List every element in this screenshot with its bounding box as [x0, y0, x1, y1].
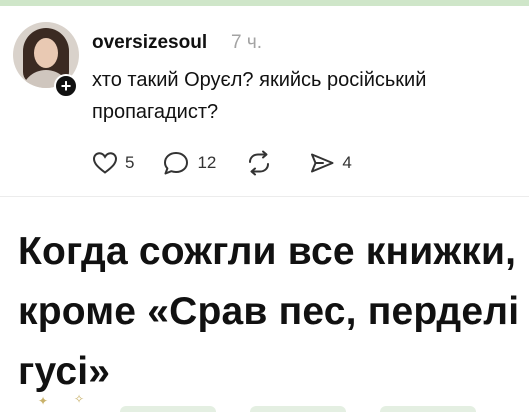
meme-caption: Когда сожгли все книжки, кроме «Срав пес…: [18, 230, 520, 393]
repost-button[interactable]: [244, 150, 281, 176]
sparkle-icon: ✦: [38, 394, 49, 408]
comment-button[interactable]: 12: [162, 150, 216, 176]
like-count: 5: [125, 153, 135, 172]
reaction-pill: [250, 406, 346, 412]
reaction-pill: [380, 406, 476, 412]
like-button[interactable]: 5: [92, 151, 134, 175]
comment-count: 12: [197, 153, 217, 172]
heart-icon: [92, 152, 118, 174]
sparkle-icon: ✧: [74, 392, 85, 406]
share-button[interactable]: 4: [309, 151, 352, 175]
plus-icon: +: [60, 76, 72, 96]
share-count: 4: [342, 153, 352, 172]
reaction-pill: [120, 406, 216, 412]
post-actions: 5 12 4: [92, 150, 380, 176]
follow-button[interactable]: +: [54, 74, 78, 98]
share-icon: [311, 153, 334, 173]
divider: [0, 196, 529, 197]
comment-icon: [164, 152, 189, 175]
repost-icon: [249, 150, 270, 176]
post-text: хто такий Оруєл? якийсь російський пропа…: [92, 69, 427, 123]
post-time: 7 ч.: [231, 32, 263, 53]
username[interactable]: oversizesoul: [92, 32, 207, 54]
avatar-face: [34, 38, 58, 68]
post-card: + oversizesoul 7 ч. хто такий Оруєл? яки…: [0, 6, 529, 196]
